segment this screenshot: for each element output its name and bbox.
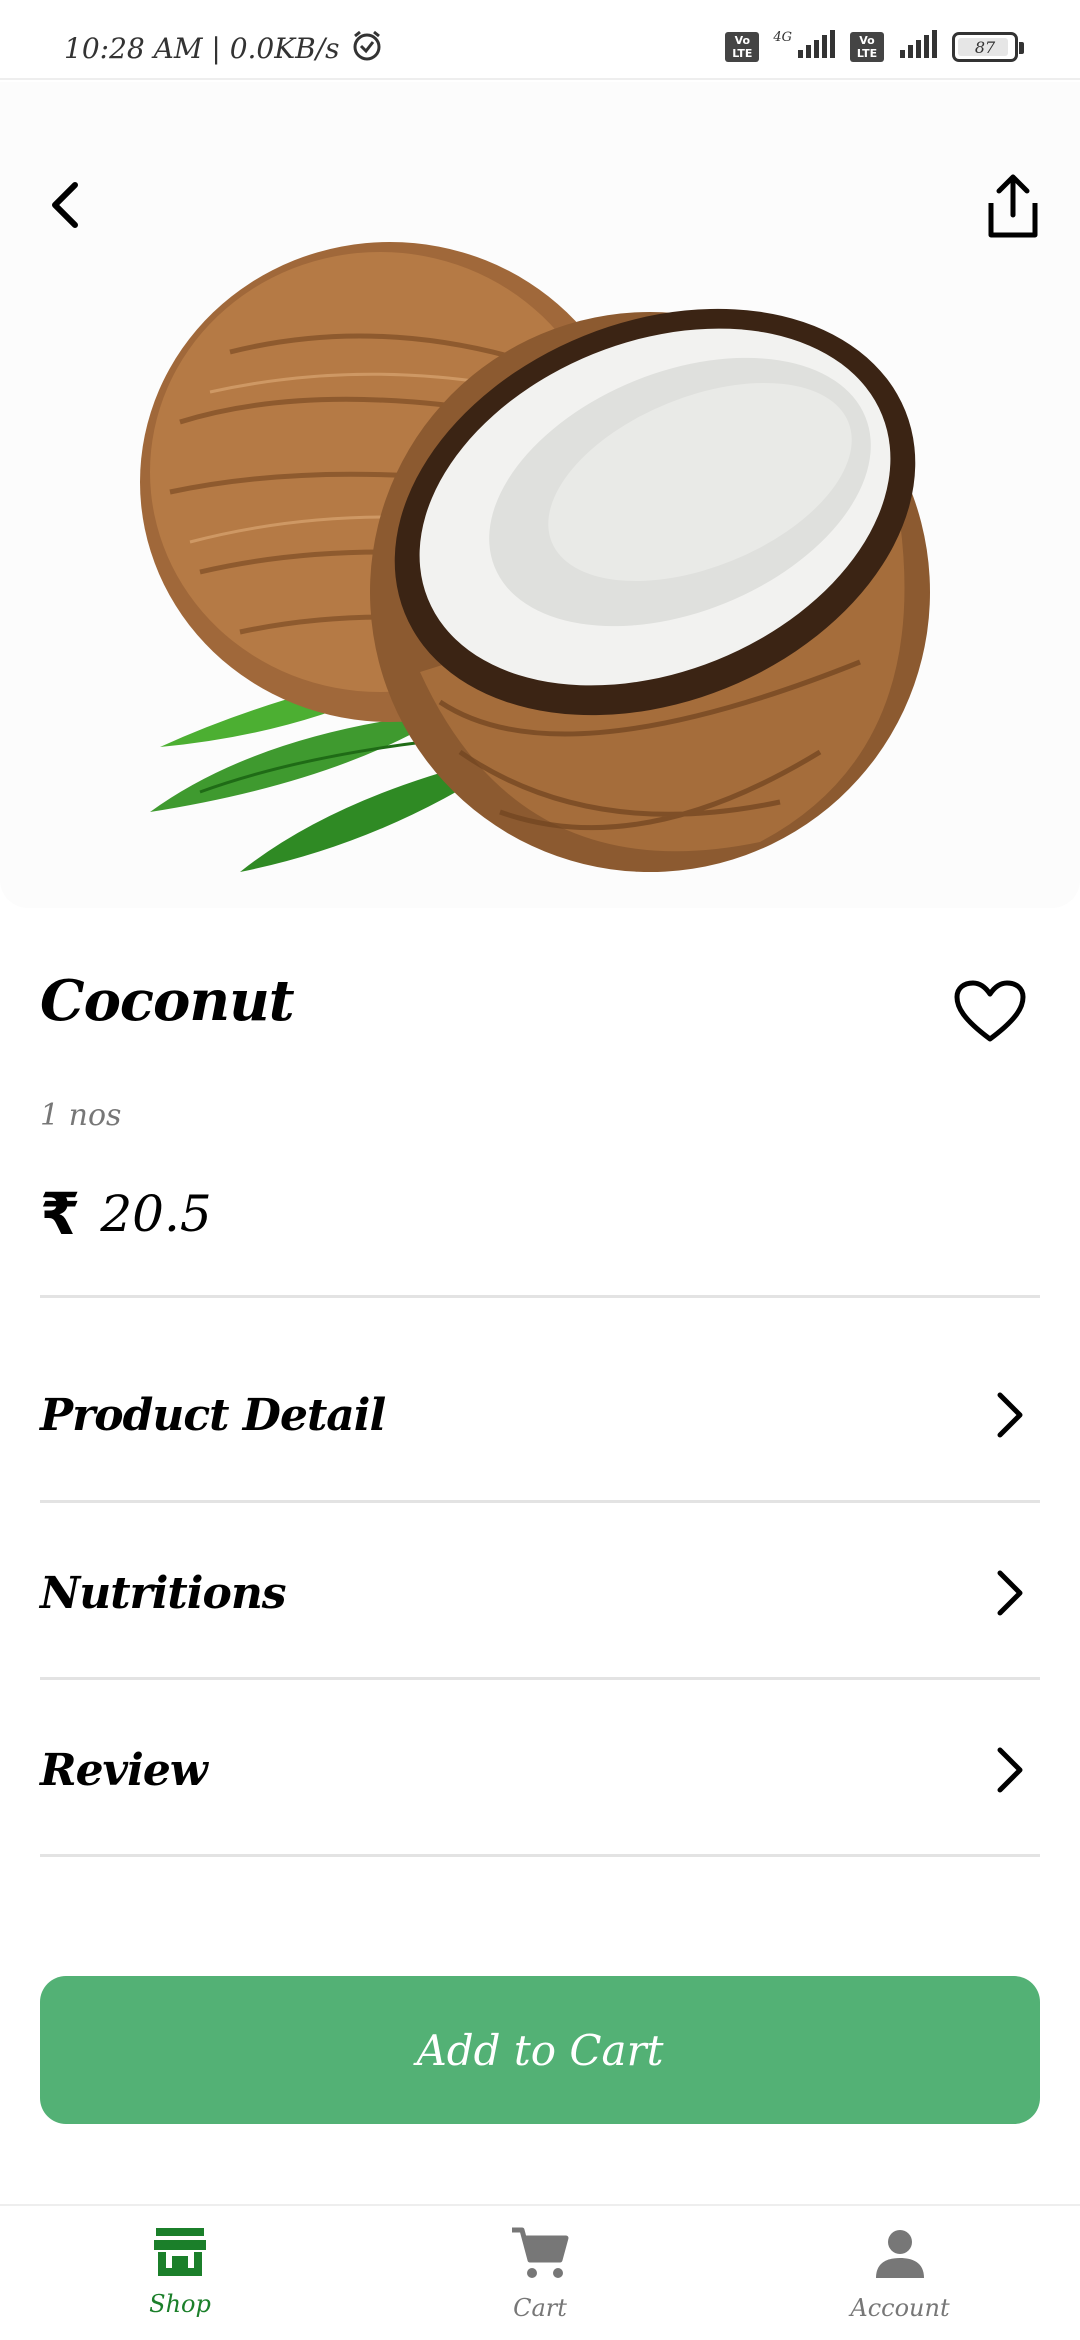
product-title: Coconut <box>40 968 295 1034</box>
price-row: ₹ 20.5 <box>40 1180 212 1248</box>
row-nutritions[interactable]: Nutritions <box>40 1538 1040 1648</box>
share-icon <box>988 174 1038 238</box>
product-hero <box>0 82 1080 908</box>
add-to-cart-button[interactable]: Add to Cart <box>40 1976 1040 2124</box>
row-label: Nutritions <box>40 1567 287 1619</box>
chevron-right-icon <box>980 1385 1040 1445</box>
nav-label: Shop <box>149 2290 211 2318</box>
nav-shop[interactable]: Shop <box>0 2206 360 2340</box>
favorite-button[interactable] <box>950 975 1030 1049</box>
divider <box>40 1854 1040 1857</box>
heart-icon <box>954 980 1026 1042</box>
status-left: 10:28 AM | 0.0KB/s <box>64 28 384 69</box>
row-product-detail[interactable]: Product Detail <box>40 1360 1040 1470</box>
row-label: Review <box>40 1744 208 1796</box>
bottom-nav: Shop Cart Account <box>0 2204 1080 2340</box>
row-review[interactable]: Review <box>40 1715 1040 1825</box>
product-price: 20.5 <box>100 1185 212 1243</box>
volte-badge-2: Vo LTE <box>850 32 884 62</box>
nav-label: Cart <box>513 2294 567 2322</box>
nav-label: Account <box>850 2294 950 2322</box>
coconut-image <box>140 242 930 872</box>
signal-icon <box>796 30 836 64</box>
cart-icon <box>512 2227 569 2278</box>
alarm-icon <box>350 28 384 69</box>
nav-account[interactable]: Account <box>720 2206 1080 2340</box>
divider <box>40 1295 1040 1298</box>
status-time-speed: 10:28 AM | 0.0KB/s <box>64 32 340 65</box>
battery-level: 87 <box>974 37 996 57</box>
divider <box>40 1500 1040 1503</box>
chevron-left-icon <box>52 182 78 228</box>
chevron-right-icon <box>980 1740 1040 1800</box>
nav-cart[interactable]: Cart <box>360 2206 720 2340</box>
row-label: Product Detail <box>40 1389 386 1441</box>
battery-icon: 87 <box>952 32 1024 62</box>
share-button[interactable] <box>976 166 1050 246</box>
store-icon <box>154 2228 206 2276</box>
network-type: 4G <box>773 30 792 45</box>
status-bar: 10:28 AM | 0.0KB/s Vo LTE 4G Vo LTE 87 <box>0 0 1080 80</box>
product-unit: 1 nos <box>40 1098 122 1133</box>
divider <box>40 1677 1040 1680</box>
volte-badge: Vo LTE <box>725 32 760 62</box>
status-right: Vo LTE 4G Vo LTE 87 <box>725 30 1024 64</box>
back-button[interactable] <box>40 170 90 240</box>
rupee-icon: ₹ <box>40 1180 81 1248</box>
person-icon <box>876 2230 924 2278</box>
signal-icon-2 <box>898 30 938 64</box>
chevron-right-icon <box>980 1563 1040 1623</box>
